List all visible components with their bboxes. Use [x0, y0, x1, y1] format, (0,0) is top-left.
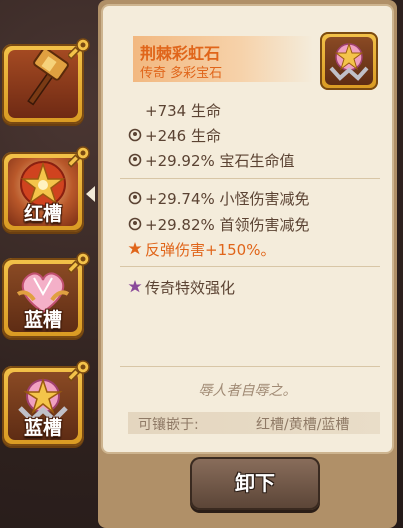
stat-base-life: +734 生命: [145, 102, 221, 120]
divider: [120, 178, 380, 179]
gem-socket-icon: [128, 128, 142, 142]
flavor-text: 辱人者自辱之。: [198, 383, 297, 399]
slot-label: 蓝槽: [23, 309, 62, 331]
stat-text: 传奇特效强化: [145, 279, 236, 297]
stat-minion-damage-reduction: +29.74% 小怪伤害减免: [128, 188, 310, 209]
slot-blue-2[interactable]: 蓝槽: [2, 360, 90, 446]
item-name: 荆棘彩虹石: [140, 44, 221, 63]
stat-boss-damage-reduction: +29.82% 首领伤害减免: [128, 214, 310, 235]
stat-thorns: 反弹伤害+150%。: [128, 239, 275, 260]
rainbow-gem-icon: [329, 42, 369, 81]
divider: [120, 366, 380, 367]
stat-text: 反弹伤害+150%。: [145, 241, 276, 259]
star-burst-icon: [128, 242, 142, 255]
selection-pointer: [86, 186, 95, 202]
gem-socket-icon: [128, 191, 142, 205]
divider: [120, 266, 380, 267]
slot-label: 蓝槽: [23, 417, 62, 439]
slot-weapon[interactable]: [2, 38, 90, 124]
item-portrait: [320, 32, 378, 90]
slot-red[interactable]: 红槽: [2, 146, 90, 232]
gem-socket-icon: [128, 217, 142, 231]
stat-life: +246 生命: [128, 125, 221, 146]
gem-socket-icon: [128, 153, 142, 167]
stat-text: +29.74% 小怪伤害减免: [145, 190, 310, 208]
wrench-icon: [68, 146, 90, 168]
slot-label: 红槽: [23, 203, 62, 225]
stat-text: +29.92% 宝石生命值: [145, 152, 295, 170]
slot-blue-1[interactable]: 蓝槽: [2, 252, 90, 338]
stat-legendary-effect: 传奇特效强化: [128, 277, 235, 298]
hammer-weapon-icon: [27, 50, 69, 106]
socket-label: 可镶嵌于:: [138, 417, 199, 433]
unequip-button[interactable]: 卸下: [190, 457, 320, 510]
wrench-icon: [68, 252, 90, 274]
wrench-icon: [68, 360, 90, 382]
stat-text: +29.82% 首领伤害减免: [145, 216, 310, 234]
wrench-icon: [68, 38, 90, 60]
stat-text: +246 生命: [145, 127, 221, 145]
socket-value: 红槽/黄槽/蓝槽: [256, 417, 350, 433]
item-rarity-type: 传奇 多彩宝石: [140, 66, 223, 81]
stat-gem-life: +29.92% 宝石生命值: [128, 150, 295, 171]
legendary-star-icon: [128, 280, 142, 293]
